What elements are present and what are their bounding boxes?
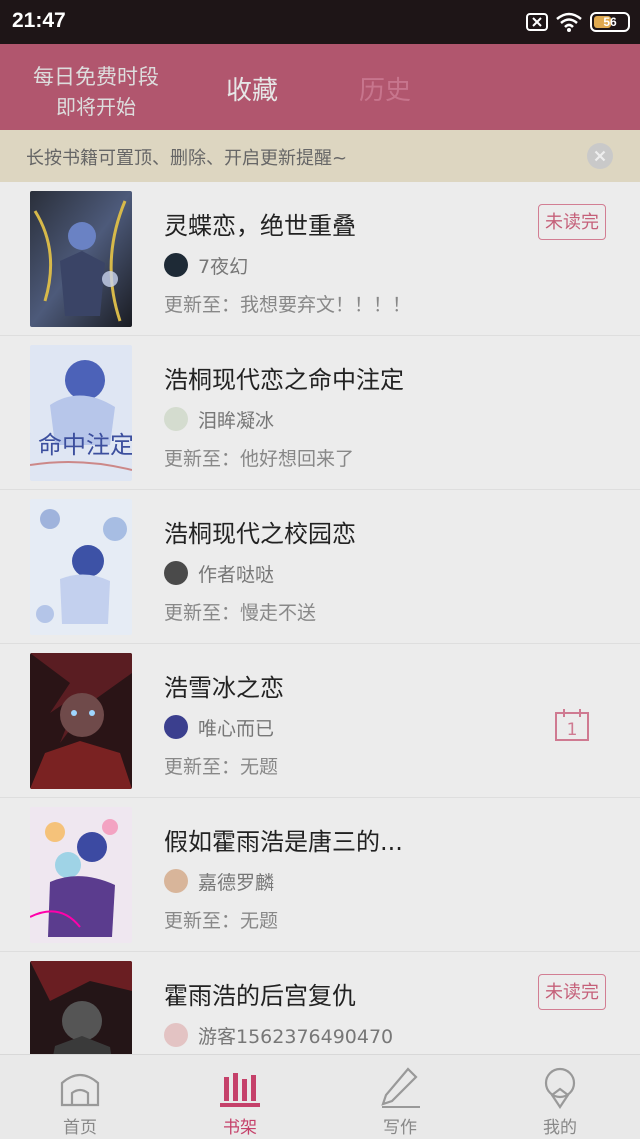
status-bar: 21:47 56 xyxy=(0,0,640,44)
tab-bookshelf[interactable]: 书架 xyxy=(160,1055,320,1139)
author-name: 泪眸凝冰 xyxy=(198,409,275,432)
book-cover[interactable] xyxy=(30,653,132,789)
tab-home[interactable]: 首页 xyxy=(0,1055,160,1139)
tab-profile[interactable]: 我的 xyxy=(480,1055,640,1139)
home-icon xyxy=(60,1073,100,1107)
book-title: 浩桐现代之校园恋 xyxy=(164,520,356,548)
battery-icon: 56 xyxy=(590,12,630,32)
tab-home-label: 首页 xyxy=(63,1118,97,1138)
free-period-status: 即将开始 xyxy=(56,95,136,119)
author-name: 游客1562376490470 xyxy=(198,1025,394,1048)
tip-banner: 长按书籍可置顶、删除、开启更新提醒~ xyxy=(0,130,640,182)
author-name: 唯心而已 xyxy=(198,717,275,740)
book-author: 嘉德罗麟 xyxy=(164,868,274,894)
free-period-title: 每日免费时段 xyxy=(33,65,159,89)
book-cover[interactable] xyxy=(30,191,132,327)
profile-icon xyxy=(544,1067,576,1109)
tip-text: 长按书籍可置顶、删除、开启更新提醒~ xyxy=(26,148,348,169)
latest-chapter: 更新至：无题 xyxy=(164,910,279,932)
book-author: 泪眸凝冰 xyxy=(164,406,274,432)
close-icon xyxy=(594,150,606,162)
latest-chapter: 更新至：他好想回来了 xyxy=(164,448,355,470)
book-item[interactable]: 灵蝶恋，绝世重叠 7夜幻 更新至：我想要弃文！！！！ 未读完 xyxy=(0,182,640,336)
author-name: 作者哒哒 xyxy=(198,563,275,586)
bottom-tab-bar: 首页 书架 写作 我的 xyxy=(0,1054,640,1139)
book-item[interactable]: 霍雨浩的后宫复仇 游客1562376490470 未读完 xyxy=(0,952,640,1054)
bookshelf-list[interactable]: 灵蝶恋，绝世重叠 7夜幻 更新至：我想要弃文！！！！ 未读完 命中注定 浩桐现代… xyxy=(0,182,640,1054)
calendar-day: 1 xyxy=(567,720,578,740)
avatar xyxy=(164,561,188,585)
book-author: 游客1562376490470 xyxy=(164,1022,393,1048)
status-icons: 56 xyxy=(526,10,630,34)
close-tip-button[interactable] xyxy=(587,143,613,169)
avatar xyxy=(164,407,188,431)
bookshelf-icon xyxy=(220,1073,260,1107)
book-title: 浩雪冰之恋 xyxy=(164,674,284,702)
tab-write[interactable]: 写作 xyxy=(320,1055,480,1139)
svg-text:命中注定: 命中注定 xyxy=(38,431,132,459)
book-title: 霍雨浩的后宫复仇 xyxy=(164,982,356,1010)
book-author: 7夜幻 xyxy=(164,252,248,278)
author-name: 嘉德罗麟 xyxy=(198,871,275,894)
update-reminder-calendar-icon[interactable]: 1 xyxy=(554,708,590,742)
book-item[interactable]: 浩桐现代之校园恋 作者哒哒 更新至：慢走不送 xyxy=(0,490,640,644)
book-author: 唯心而已 xyxy=(164,714,274,740)
sim-blocked-icon xyxy=(526,13,548,31)
book-item[interactable]: 命中注定 浩桐现代恋之命中注定 泪眸凝冰 更新至：他好想回来了 xyxy=(0,336,640,490)
avatar xyxy=(164,1023,188,1047)
book-cover[interactable] xyxy=(30,807,132,943)
latest-chapter: 更新至：无题 xyxy=(164,756,279,778)
latest-chapter: 更新至：我想要弃文！！！！ xyxy=(164,294,412,316)
avatar xyxy=(164,715,188,739)
avatar xyxy=(164,869,188,893)
top-navigation: 每日免费时段 即将开始 收藏 历史 xyxy=(0,44,640,130)
book-title: 假如霍雨浩是唐三的... xyxy=(164,828,403,856)
unread-badge: 未读完 xyxy=(538,204,606,240)
avatar xyxy=(164,253,188,277)
tab-profile-label: 我的 xyxy=(543,1118,577,1138)
unread-badge: 未读完 xyxy=(538,974,606,1010)
tab-bookshelf-label: 书架 xyxy=(223,1118,257,1138)
book-item[interactable]: 浩雪冰之恋 唯心而已 更新至：无题 1 xyxy=(0,644,640,798)
pencil-icon xyxy=(381,1067,420,1108)
book-title: 灵蝶恋，绝世重叠 xyxy=(164,212,356,240)
author-name: 7夜幻 xyxy=(198,255,249,278)
tab-favorites[interactable]: 收藏 xyxy=(226,70,278,107)
battery-level: 56 xyxy=(603,15,617,29)
book-title: 浩桐现代恋之命中注定 xyxy=(164,366,404,394)
tab-history[interactable]: 历史 xyxy=(359,70,411,107)
status-time: 21:47 xyxy=(12,9,66,32)
book-item[interactable]: 假如霍雨浩是唐三的... 嘉德罗麟 更新至：无题 xyxy=(0,798,640,952)
book-cover[interactable] xyxy=(30,961,132,1054)
book-author: 作者哒哒 xyxy=(164,560,274,586)
latest-chapter: 更新至：慢走不送 xyxy=(164,602,317,624)
free-period-banner[interactable]: 每日免费时段 即将开始 xyxy=(18,62,174,122)
book-cover[interactable]: 命中注定 xyxy=(30,345,132,481)
book-cover[interactable] xyxy=(30,499,132,635)
tab-write-label: 写作 xyxy=(383,1118,417,1138)
wifi-icon xyxy=(556,12,582,32)
